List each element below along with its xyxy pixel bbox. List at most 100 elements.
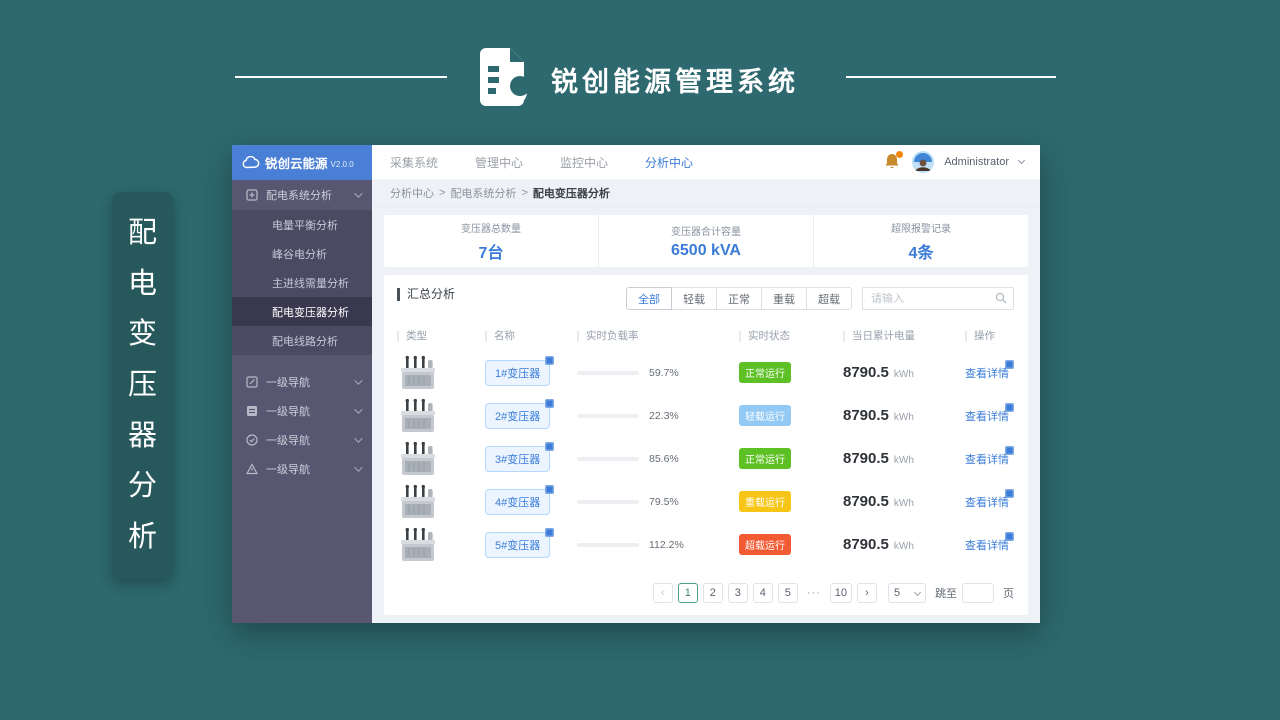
- tab-monitoring-center[interactable]: 监控中心: [560, 154, 608, 171]
- banner-title: 锐创能源管理系统: [551, 67, 799, 97]
- load-percentage: 22.3%: [649, 409, 679, 422]
- view-details-link[interactable]: 查看详情: [965, 445, 1014, 467]
- app-window: 锐创云能源 V2.0.0 配电系统分析 电量平衡分析 峰谷电分析 主进线需量分析: [232, 145, 1040, 623]
- link-badge-icon: [1005, 402, 1014, 412]
- sidebar-item-transformer-analysis[interactable]: 配电变压器分析: [232, 297, 372, 326]
- transformer-name-button[interactable]: 1#变压器: [485, 355, 555, 386]
- breadcrumb-distribution-analysis[interactable]: 配电系统分析: [450, 185, 516, 201]
- transformer-name-button[interactable]: 5#变压器: [485, 527, 555, 558]
- view-details-link[interactable]: 查看详情: [965, 488, 1014, 510]
- load-progress-bar: [577, 370, 639, 375]
- cloud-icon: [242, 156, 260, 169]
- page-button-4[interactable]: 4: [752, 583, 773, 603]
- main-area: 采集系统 管理中心 监控中心 分析中心 Administrator 分析中心 >…: [372, 145, 1040, 623]
- transformer-name-button[interactable]: 3#变压器: [485, 441, 555, 472]
- sidebar-extra-nav: 一级导航 一级导航 一级导航 一级导航: [232, 367, 372, 483]
- list-icon: [247, 405, 257, 416]
- chevron-down-icon: [354, 404, 363, 414]
- sidebar-item-energy-balance[interactable]: 电量平衡分析: [232, 210, 372, 239]
- load-percentage: 85.6%: [649, 452, 679, 465]
- page-prev-button[interactable]: ‹: [652, 583, 673, 603]
- energy-unit: kWh: [893, 411, 914, 423]
- page-next-button[interactable]: ›: [857, 583, 877, 603]
- sidebar-group-nav-3[interactable]: 一级导航: [232, 425, 372, 454]
- view-details-link[interactable]: 查看详情: [965, 359, 1014, 381]
- view-details-link[interactable]: 查看详情: [965, 531, 1014, 553]
- col-actions: 操作: [965, 331, 1015, 342]
- page-size-select[interactable]: 5: [888, 583, 926, 603]
- document-crescent-logo-icon: [472, 46, 530, 113]
- warning-icon: [246, 462, 258, 474]
- status-badge: 正常运行: [739, 362, 791, 383]
- energy-value: 8790.5: [843, 407, 889, 424]
- search-input[interactable]: [862, 287, 1014, 310]
- jump-page-input[interactable]: [962, 583, 994, 603]
- page-button-3[interactable]: 3: [727, 583, 748, 603]
- filter-light-load[interactable]: 轻载: [671, 287, 717, 310]
- check-circle-icon: [246, 433, 258, 446]
- energy-unit: kWh: [893, 497, 914, 509]
- tab-analysis-center[interactable]: 分析中心: [645, 154, 693, 171]
- table-header: 类型 名称 实时负载率 实时状态 当日累计电量 操作: [397, 331, 1015, 342]
- table-body: 1#变压器 59.7% 正常运行 8790.5 kWh 查看详情 2#变压器 2…: [397, 351, 1015, 566]
- transformer-image: [401, 484, 435, 518]
- sidebar-group-nav-1[interactable]: 一级导航: [232, 367, 372, 396]
- breadcrumb: 分析中心 > 配电系统分析 > 配电变压器分析: [372, 180, 1040, 207]
- content-area: 变压器总数量 7台 变压器合计容量 6500 kVA 超限报警记录 4条 汇总分…: [372, 207, 1040, 623]
- col-name: 名称: [485, 331, 577, 342]
- status-badge: 正常运行: [739, 448, 791, 469]
- avatar[interactable]: [912, 151, 935, 173]
- link-badge-icon: [1005, 531, 1014, 541]
- col-energy: 当日累计电量: [843, 331, 965, 342]
- status-badge: 超载运行: [739, 534, 791, 555]
- pagination: ‹ 1 2 3 4 5 ··· 10 › 5 跳至 页: [652, 583, 1014, 603]
- col-load-rate: 实时负载率: [577, 331, 739, 342]
- view-details-link[interactable]: 查看详情: [965, 402, 1014, 424]
- page-button-2[interactable]: 2: [702, 583, 723, 603]
- sidebar-group-nav-2[interactable]: 一级导航: [232, 396, 372, 425]
- sidebar-logo: 锐创云能源 V2.0.0: [232, 145, 372, 180]
- stat-total-capacity: 变压器合计容量 6500 kVA: [598, 215, 813, 267]
- grid-icon: [246, 189, 258, 201]
- breadcrumb-analysis-center[interactable]: 分析中心: [390, 185, 434, 201]
- filter-normal[interactable]: 正常: [716, 287, 762, 310]
- sidebar-item-peak-valley[interactable]: 峰谷电分析: [232, 239, 372, 268]
- stat-alarm-records: 超限报警记录 4条: [813, 215, 1028, 267]
- sidebar-group-nav-4[interactable]: 一级导航: [232, 454, 372, 483]
- filter-all[interactable]: 全部: [626, 287, 672, 310]
- page-unit-label: 页: [1003, 588, 1014, 600]
- tab-management-center[interactable]: 管理中心: [475, 154, 523, 171]
- load-progress-bar: [577, 499, 639, 504]
- load-percentage: 112.2%: [649, 538, 684, 551]
- summary-card: 汇总分析 全部 轻载 正常 重载 超载 请输入 类型 名称 实时负载率 实时状态…: [384, 275, 1028, 615]
- top-navigation: 采集系统 管理中心 监控中心 分析中心 Administrator: [372, 145, 1040, 180]
- notification-bell-icon[interactable]: [884, 151, 904, 172]
- link-badge-icon: [1005, 359, 1014, 369]
- user-menu-caret-icon[interactable]: [1017, 156, 1026, 165]
- username[interactable]: Administrator: [944, 156, 1009, 168]
- breadcrumb-current-page: 配电变压器分析: [532, 188, 610, 200]
- table-row: 3#变压器 85.6% 正常运行 8790.5 kWh 查看详情: [397, 437, 1015, 480]
- load-progress-bar: [577, 456, 639, 461]
- sidebar-group-distribution-analysis[interactable]: 配电系统分析: [232, 180, 372, 210]
- load-progress-bar: [577, 542, 639, 547]
- filter-overload[interactable]: 超载: [806, 287, 852, 310]
- sidebar-item-line-analysis[interactable]: 配电线路分析: [232, 326, 372, 355]
- table-row: 1#变压器 59.7% 正常运行 8790.5 kWh 查看详情: [397, 351, 1015, 394]
- transformer-image: [401, 355, 435, 389]
- filter-heavy-load[interactable]: 重载: [761, 287, 807, 310]
- transformer-name-button[interactable]: 4#变压器: [485, 484, 555, 515]
- energy-unit: kWh: [893, 454, 914, 466]
- chevron-down-icon: [354, 189, 363, 198]
- edit-icon: [246, 375, 258, 388]
- tab-collection-system[interactable]: 采集系统: [390, 154, 438, 171]
- transformer-image: [401, 527, 435, 561]
- page-button-10[interactable]: 10: [829, 583, 852, 603]
- page-button-1[interactable]: 1: [677, 583, 698, 603]
- chevron-down-icon: [354, 462, 363, 472]
- app-name: 锐创云能源: [265, 157, 328, 171]
- transformer-name-button[interactable]: 2#变压器: [485, 398, 555, 429]
- sidebar-item-main-line-demand[interactable]: 主进线需量分析: [232, 268, 372, 297]
- link-badge-icon: [545, 441, 555, 451]
- page-button-5[interactable]: 5: [777, 583, 798, 603]
